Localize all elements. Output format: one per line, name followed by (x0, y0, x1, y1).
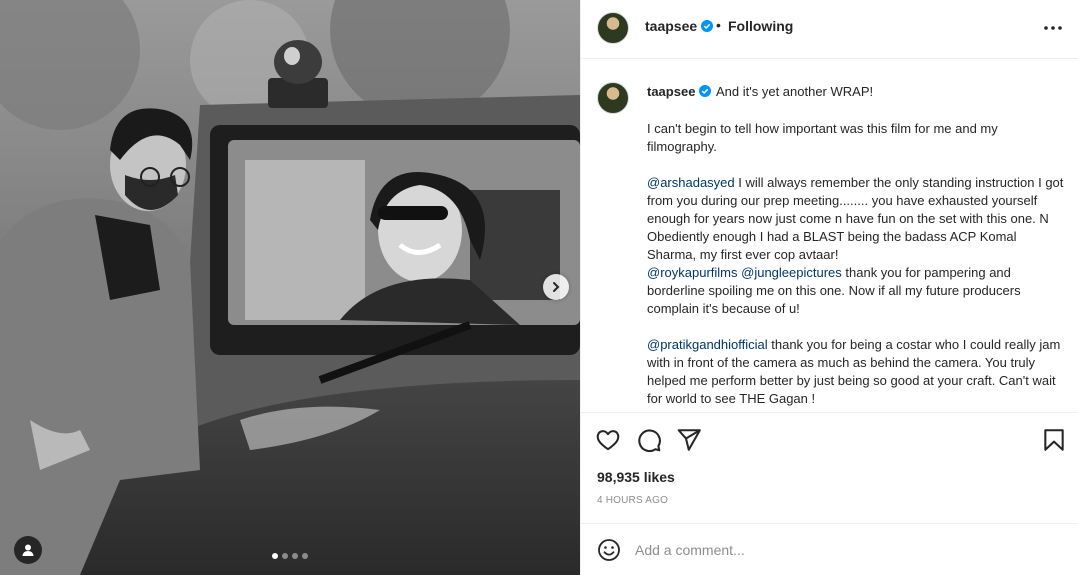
carousel-dot (292, 553, 298, 559)
caption-body: I can't begin to tell how important was … (647, 120, 1067, 412)
post-header: taapsee • Following (581, 0, 1078, 59)
mention-link[interactable]: @arshadasyed (647, 175, 735, 190)
mention-link[interactable]: @jungleepictures (741, 265, 842, 280)
username-text[interactable]: taapsee (647, 84, 695, 99)
action-bar: 98,935 likes 4 HOURS AGO (581, 412, 1078, 523)
chevron-right-icon (553, 282, 560, 292)
more-horizontal-icon[interactable] (1041, 18, 1065, 38)
header-username[interactable]: taapsee (645, 18, 714, 34)
emoji-icon[interactable] (597, 538, 621, 562)
caption-first-line: And it's yet another WRAP! (716, 84, 874, 99)
post-media[interactable] (0, 0, 580, 575)
mention-link[interactable]: @pratikgandhiofficial (647, 337, 768, 352)
caption-username[interactable]: taapsee (647, 84, 712, 99)
likes-count[interactable]: 98,935 likes (597, 469, 675, 485)
mention-link[interactable]: @roykapurfilms (647, 265, 738, 280)
following-button[interactable]: Following (728, 18, 793, 34)
carousel-dot (282, 553, 288, 559)
heart-icon[interactable] (595, 427, 621, 453)
comment-icon[interactable] (636, 427, 662, 453)
verified-badge-icon (699, 85, 712, 97)
send-icon[interactable] (676, 427, 702, 453)
caption-paragraph: @pratikgandhiofficial thank you for bein… (647, 336, 1067, 408)
avatar[interactable] (597, 12, 629, 44)
caption-area: taapsee And it's yet another WRAP! I can… (581, 60, 1078, 412)
header-separator: • (716, 17, 721, 33)
comment-box (581, 523, 1078, 575)
verified-badge-icon (701, 20, 714, 32)
avatar[interactable] (597, 82, 629, 114)
username-text[interactable]: taapsee (645, 18, 697, 34)
carousel-dots (0, 553, 580, 559)
carousel-dot (302, 553, 308, 559)
tagged-users-button[interactable] (14, 536, 42, 564)
post-timestamp[interactable]: 4 HOURS AGO (597, 495, 668, 506)
comment-input[interactable] (635, 539, 935, 561)
caption-paragraph: @arshadasyed I will always remember the … (647, 174, 1067, 318)
caption-paragraph: I can't begin to tell how important was … (647, 121, 998, 154)
carousel-dot-active (272, 553, 278, 559)
user-tag-icon (22, 544, 34, 556)
post-side-panel: taapsee • Following taapsee And it's yet… (580, 0, 1078, 575)
post-photo (0, 0, 580, 575)
next-slide-button[interactable] (543, 274, 569, 300)
post-dialog: taapsee • Following taapsee And it's yet… (0, 0, 1078, 575)
bookmark-icon[interactable] (1041, 427, 1067, 453)
